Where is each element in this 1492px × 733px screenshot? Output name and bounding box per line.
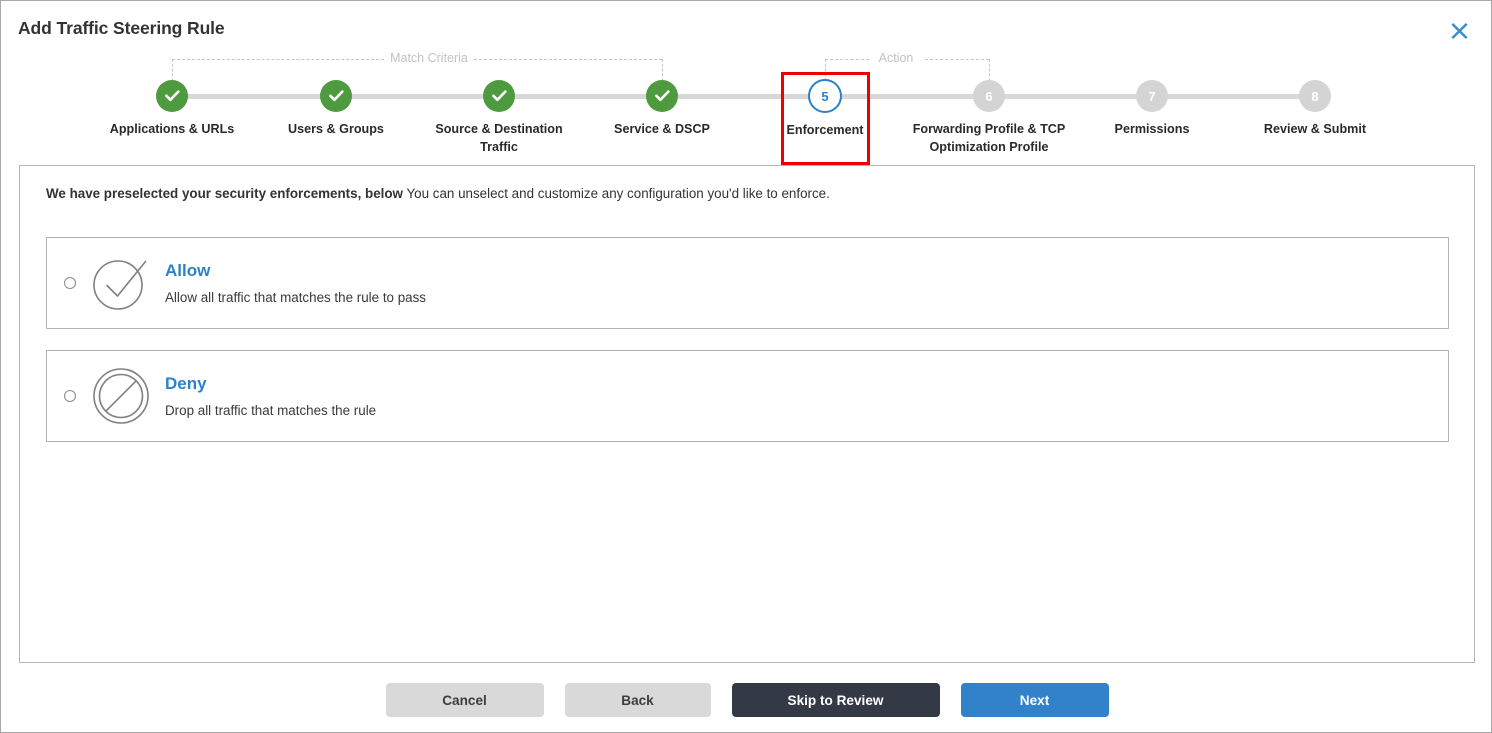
intro-bold: We have preselected your security enforc… <box>46 186 403 201</box>
radio-allow[interactable] <box>64 277 76 289</box>
step-label-4: Service & DSCP <box>614 122 710 136</box>
option-desc-allow: Allow all traffic that matches the rule … <box>165 290 426 305</box>
step-source-destination-traffic[interactable]: Source & Destination Traffic <box>419 49 579 156</box>
step-applications-urls[interactable]: Applications & URLs <box>92 49 252 138</box>
option-text-deny: Deny Drop all traffic that matches the r… <box>165 373 376 419</box>
cancel-button[interactable]: Cancel <box>385 683 544 717</box>
step-review-submit[interactable]: 8 Review & Submit <box>1235 49 1395 138</box>
dialog-title: Add Traffic Steering Rule <box>18 18 225 38</box>
enforcement-content-panel: We have preselected your security enforc… <box>19 165 1475 663</box>
intro-text: We have preselected your security enforc… <box>46 185 1474 203</box>
check-circle-icon-glyph <box>93 260 147 310</box>
step-users-groups[interactable]: Users & Groups <box>256 49 416 138</box>
step-dot-6[interactable]: 6 <box>973 80 1005 112</box>
step-label-2: Users & Groups <box>288 122 384 136</box>
no-entry-icon <box>91 366 151 426</box>
check-circle-icon <box>91 253 151 313</box>
step-service-dscp[interactable]: Service & DSCP <box>582 49 742 138</box>
step-forwarding-profile[interactable]: 6 Forwarding Profile & TCP Optimization … <box>909 49 1069 156</box>
option-text-allow: Allow Allow all traffic that matches the… <box>165 260 426 306</box>
no-entry-icon-glyph <box>93 368 149 424</box>
close-icon-glyph <box>1450 22 1468 39</box>
check-icon <box>491 90 507 102</box>
dialog-footer: Cancel Back Skip to Review Next <box>1 683 1491 717</box>
check-icon <box>654 90 670 102</box>
step-dot-5[interactable]: 5 <box>808 79 842 113</box>
option-title-allow: Allow <box>165 261 211 280</box>
check-icon <box>164 90 180 102</box>
intro-rest: You can unselect and customize any confi… <box>402 186 830 201</box>
radio-deny[interactable] <box>64 390 76 402</box>
step-label-7: Permissions <box>1114 122 1190 136</box>
step-label-6: Forwarding Profile & TCP Optimization Pr… <box>912 122 1066 154</box>
step-label-1: Applications & URLs <box>109 122 235 136</box>
step-label-8: Review & Submit <box>1263 122 1367 136</box>
wizard-stepper: Match Criteria Action Applications & URL… <box>1 49 1491 165</box>
step-enforcement[interactable]: 5 Enforcement <box>745 49 905 139</box>
option-desc-deny: Drop all traffic that matches the rule <box>165 403 377 418</box>
step-dot-1[interactable] <box>156 80 188 112</box>
step-dot-2[interactable] <box>320 80 352 112</box>
add-traffic-steering-rule-dialog: Add Traffic Steering Rule Match Criteria… <box>0 0 1492 733</box>
step-dot-4[interactable] <box>646 80 678 112</box>
close-icon[interactable] <box>1445 16 1473 44</box>
step-dot-8[interactable]: 8 <box>1299 80 1331 112</box>
back-button[interactable]: Back <box>564 683 711 717</box>
next-button[interactable]: Next <box>960 683 1109 717</box>
skip-to-review-button[interactable]: Skip to Review <box>731 683 940 717</box>
option-card-allow[interactable]: Allow Allow all traffic that matches the… <box>46 237 1449 329</box>
step-dot-3[interactable] <box>483 80 515 112</box>
option-card-deny[interactable]: Deny Drop all traffic that matches the r… <box>46 350 1449 442</box>
option-title-deny: Deny <box>165 374 207 393</box>
step-permissions[interactable]: 7 Permissions <box>1072 49 1232 138</box>
step-dot-7[interactable]: 7 <box>1136 80 1168 112</box>
check-icon <box>328 90 344 102</box>
step-label-3: Source & Destination Traffic <box>435 122 563 154</box>
step-label-5: Enforcement <box>786 123 864 137</box>
